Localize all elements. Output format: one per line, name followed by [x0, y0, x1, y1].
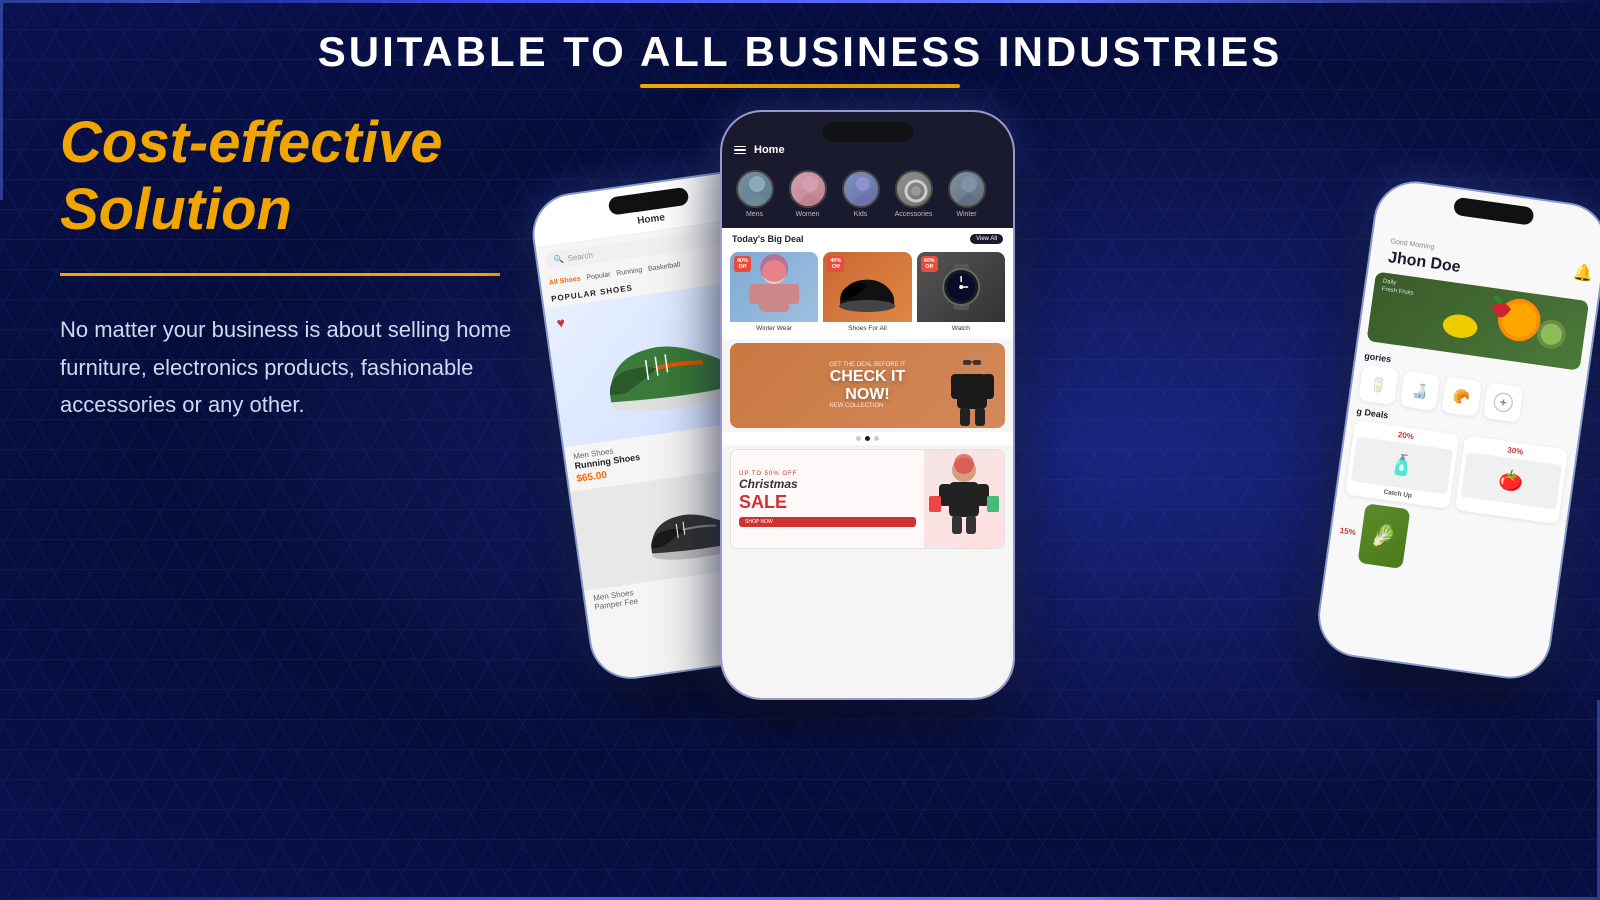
search-icon: 🔍 [553, 255, 564, 265]
cat-icon-dairy[interactable]: 🥛 [1358, 365, 1399, 406]
deal-card-shoes[interactable]: 40%Off Shoes For All [823, 252, 911, 335]
xmas-sale: SALE [739, 492, 916, 513]
cat-icon-bakery[interactable]: 🥐 [1441, 376, 1482, 417]
deal-card-winter[interactable]: 40%Off Winter Wear [730, 252, 818, 335]
deal-name-winter: Winter Wear [730, 322, 818, 335]
category-mens[interactable]: Mens [732, 170, 777, 218]
filter-popular[interactable]: Popular [586, 271, 611, 281]
dot-3 [874, 436, 879, 441]
page-content: SUITABLE TO ALL BUSINESS INDUSTRIES Cost… [0, 0, 1600, 900]
divider-line [60, 273, 500, 276]
category-women[interactable]: Women [785, 170, 830, 218]
main-headline: Cost-effective Solution [60, 110, 540, 243]
xmas-title: Christmas [739, 477, 916, 491]
phone-right-screen: Good Morning Jhon Doe 🔔 [1315, 178, 1600, 682]
phone-center-notch [823, 122, 913, 142]
heart-icon: ♥ [556, 314, 566, 331]
category-kids[interactable]: Kids [838, 170, 883, 218]
filter-all-shoes[interactable]: All Shoes [549, 275, 582, 286]
carousel-dots [722, 432, 1013, 445]
deal-img-shoes: 40%Off [823, 252, 911, 322]
promo-banner: GET THE DEAL BEFORE IT CHECK ITNOW! NEW … [730, 343, 1005, 428]
category-avatar-winter [948, 170, 986, 208]
deal-item-1[interactable]: 20% 🧴 Catch Up [1345, 420, 1459, 509]
phone-right: Good Morning Jhon Doe 🔔 [1313, 176, 1600, 684]
headline-line2: Solution [60, 177, 292, 242]
search-placeholder: Search [567, 251, 593, 263]
category-label-mens: Mens [746, 211, 763, 218]
deal-badge-shoes: 40%Off [827, 256, 844, 272]
phone-left-title: Home [637, 212, 666, 227]
view-all-button[interactable]: View All [970, 234, 1003, 244]
deal-name-shoes: Shoes For All [823, 322, 911, 335]
category-label-kids: Kids [854, 211, 868, 218]
headline-line1: Cost-effective [60, 110, 443, 175]
xmas-banner: UP TO 50% OFF Christmas SALE SHOP NOW [730, 449, 1005, 549]
deal-card-watch[interactable]: 40%Off Watc [917, 252, 1005, 335]
xmas-left: UP TO 50% OFF Christmas SALE SHOP NOW [731, 450, 924, 548]
category-avatar-accessories [895, 170, 933, 208]
promo-person [945, 348, 1000, 428]
category-avatar-kids [842, 170, 880, 208]
category-winter[interactable]: Winter [944, 170, 989, 218]
deal-badge-watch: 40%Off [921, 256, 938, 272]
filter-basketball[interactable]: Basketball [648, 261, 681, 272]
dot-1 [856, 436, 861, 441]
deal-img-winter: 40%Off [730, 252, 818, 322]
deals-section-title: Today's Big Deal [732, 234, 804, 244]
cat-icon-bottle[interactable]: 🍶 [1400, 370, 1441, 411]
deals-grid: 40%Off Winter Wear 40%Off [722, 248, 1013, 339]
category-avatar-women [789, 170, 827, 208]
center-app-title: Home [754, 144, 1001, 156]
xmas-shop-btn[interactable]: SHOP NOW [739, 517, 916, 527]
category-avatar-mens [736, 170, 774, 208]
category-label-accessories: Accessories [895, 211, 933, 218]
chips-img: 🥬 [1358, 503, 1411, 569]
page-title: SUITABLE TO ALL BUSINESS INDUSTRIES [20, 28, 1580, 76]
category-label-women: Women [796, 211, 820, 218]
cat-icon-more[interactable] [1483, 382, 1524, 423]
phones-container: Home 🔍 Search All Shoes Popular Running … [520, 80, 1600, 900]
promo-collection: NEW COLLECTION [829, 403, 905, 409]
chips-percent: 15% [1339, 525, 1356, 536]
center-categories: Mens Women Kids [722, 164, 1013, 228]
phone-center: Home Mens Women [720, 110, 1015, 700]
promo-main-text: CHECK ITNOW! [829, 368, 905, 403]
phone-center-screen: Home Mens Women [722, 112, 1013, 698]
deal-item-2[interactable]: 30% 🍅 [1454, 435, 1568, 524]
hamburger-menu[interactable] [734, 146, 746, 155]
xmas-right [924, 450, 1004, 548]
deal-name-watch: Watch [917, 322, 1005, 335]
filter-running[interactable]: Running [616, 267, 643, 278]
deal-badge-winter: 40%Off [734, 256, 751, 272]
left-section: Cost-effective Solution No matter your b… [60, 110, 540, 424]
deals-header: Today's Big Deal View All [722, 228, 1013, 248]
dot-2 [865, 436, 870, 441]
deal-img-watch: 40%Off [917, 252, 1005, 322]
category-accessories[interactable]: Accessories [891, 170, 936, 218]
description-text: No matter your business is about selling… [60, 311, 540, 423]
category-label-winter: Winter [956, 211, 976, 218]
deal-img-small-2: 🍅 [1460, 452, 1562, 510]
bell-icon: 🔔 [1572, 234, 1598, 284]
